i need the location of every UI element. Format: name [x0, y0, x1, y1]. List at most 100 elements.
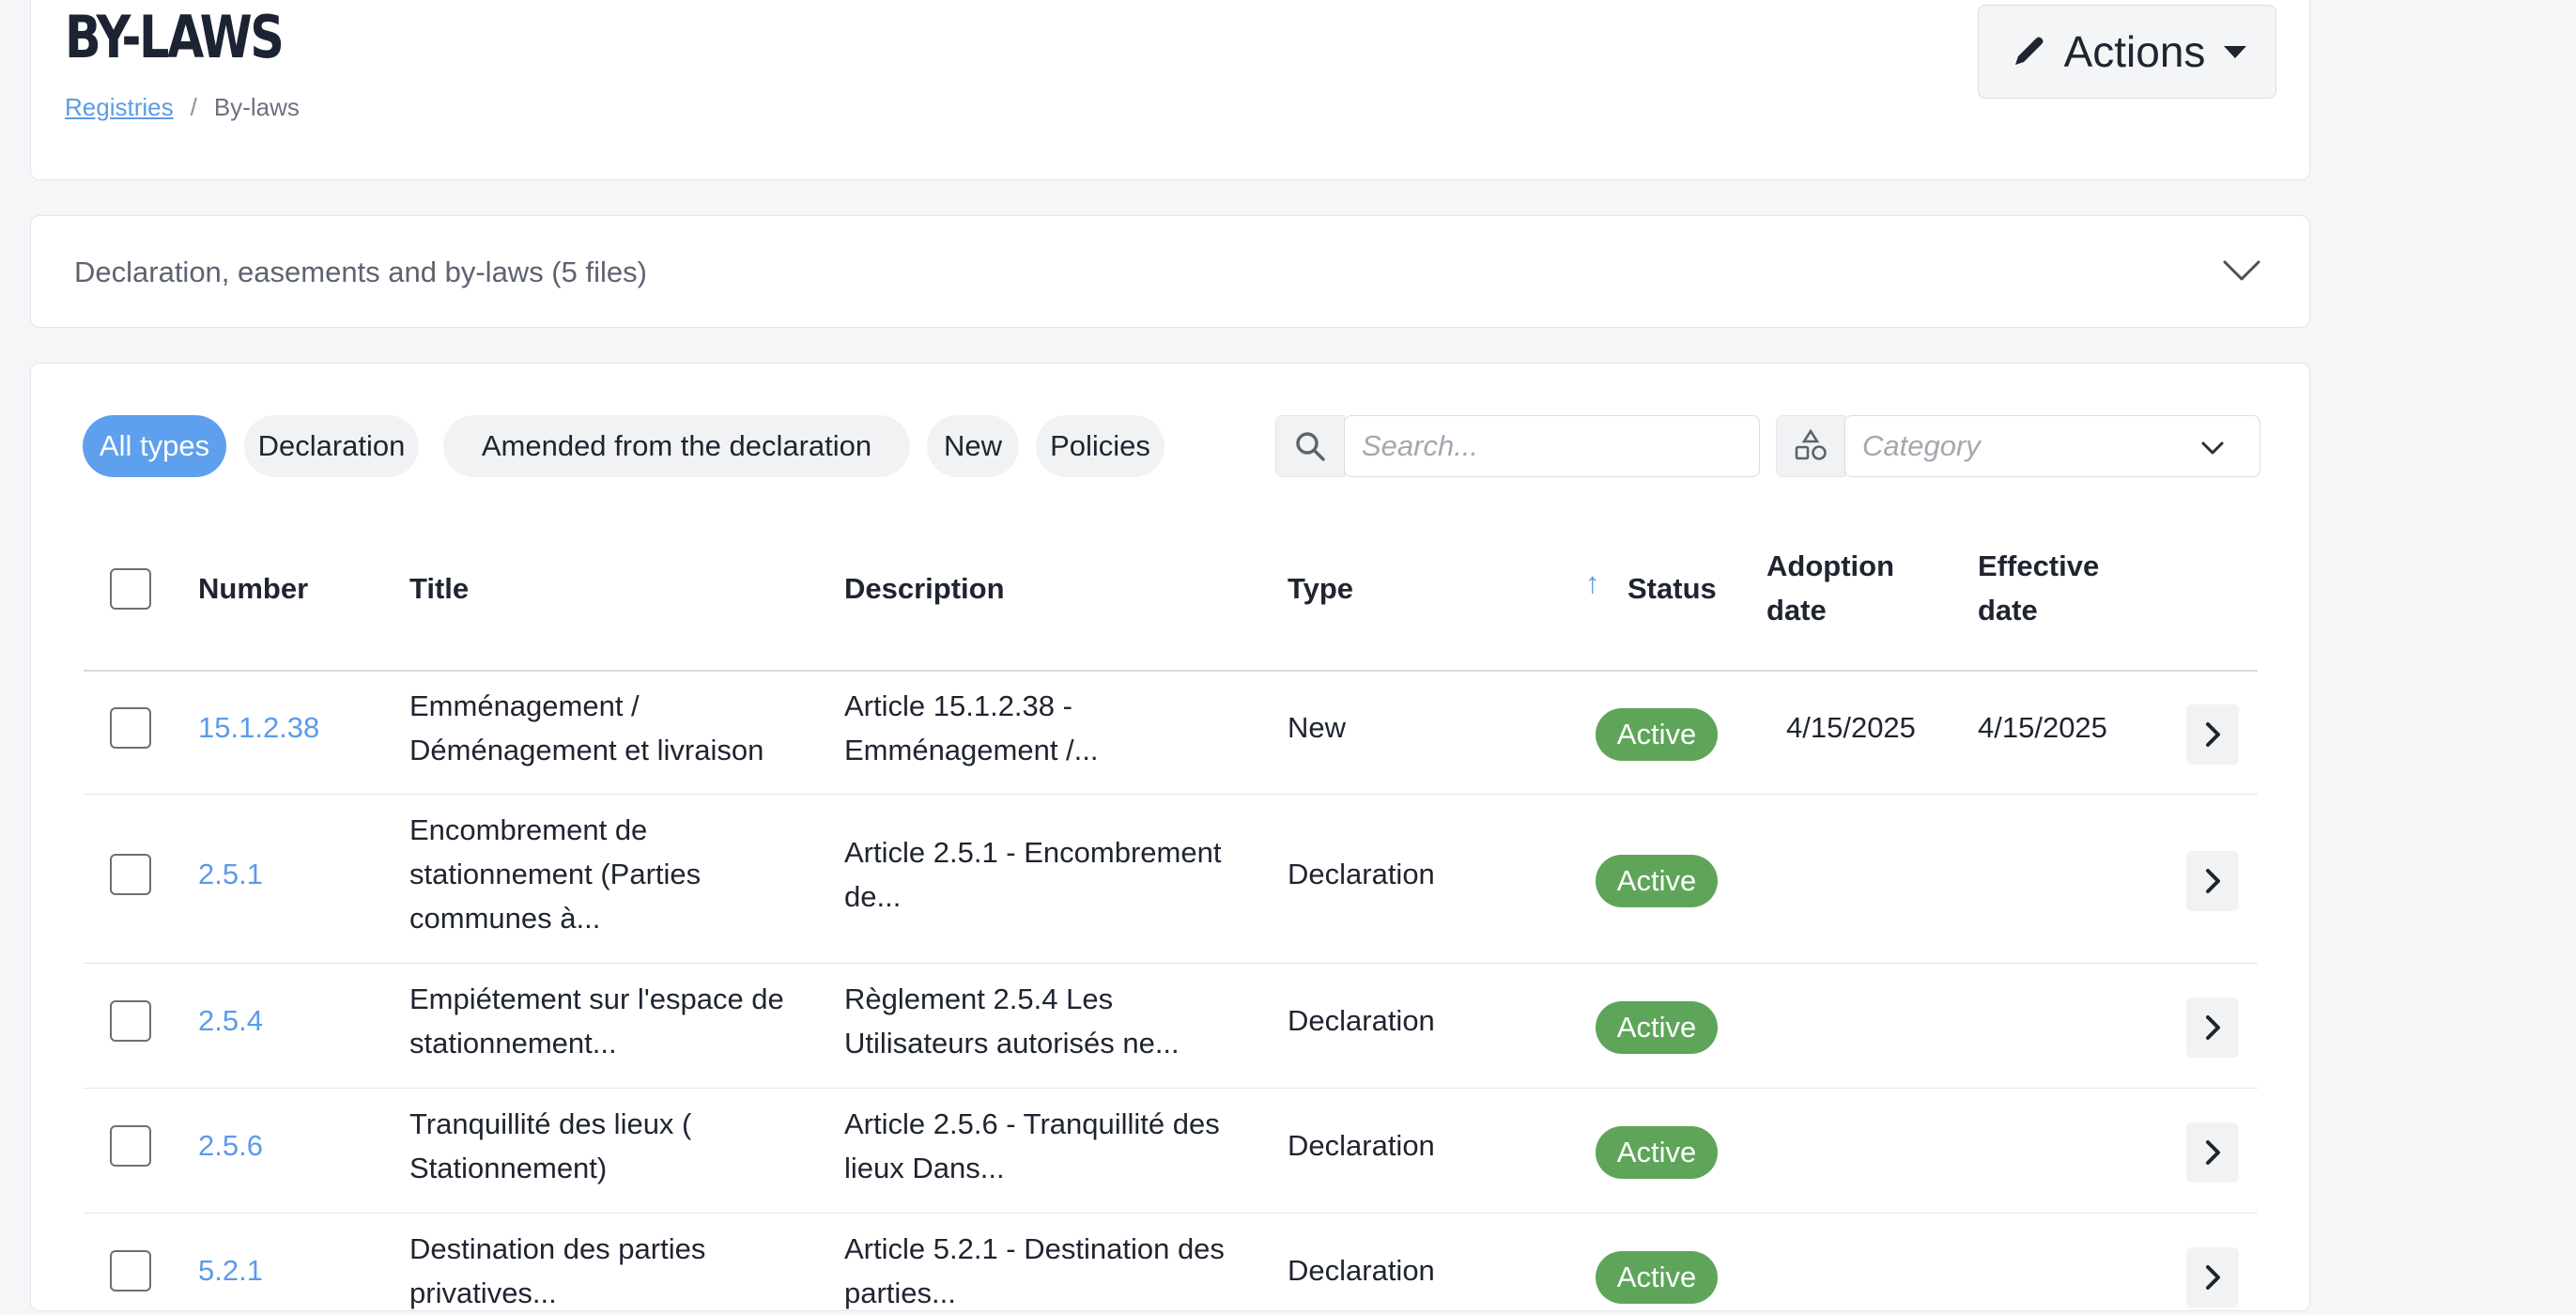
row-description-line: Règlement 2.5.4 Les: [844, 982, 1114, 1015]
row-title: Encombrement de stationnement (Parties c…: [409, 808, 701, 940]
row-number-link[interactable]: 15.1.2.38: [198, 705, 319, 750]
status-badge: Active: [1596, 708, 1718, 761]
row-title-line: stationnement...: [409, 1027, 617, 1060]
chevron-right-icon: [2206, 869, 2220, 893]
row-checkbox[interactable]: [110, 854, 151, 895]
table-header-divider: [84, 670, 2258, 672]
row-description: Article 2.5.1 - Encombrement de...: [844, 830, 1221, 919]
row-checkbox[interactable]: [110, 1125, 151, 1167]
row-title-line: Encombrement de: [409, 813, 648, 846]
actions-label: Actions: [2063, 27, 2206, 76]
bylaws-table-card: All types Declaration Amended from the d…: [30, 363, 2310, 1311]
row-description-line: Utilisateurs autorisés ne...: [844, 1027, 1180, 1060]
col-adoption-date[interactable]: Adoption date: [1766, 544, 1894, 632]
row-type: New: [1288, 711, 1347, 744]
row-description-line: Article 2.5.6 - Tranquillité des: [844, 1107, 1220, 1140]
col-status[interactable]: ↑ Status: [1585, 566, 1717, 611]
row-title-line: Tranquillité des lieux (: [409, 1107, 692, 1140]
search-icon: [1296, 432, 1325, 461]
row-title-line: Empiétement sur l'espace de: [409, 982, 784, 1015]
col-adoption-line1: Adoption: [1766, 549, 1895, 582]
row-title-line: Emménagement /: [409, 689, 640, 722]
sort-up-arrow-icon: ↑: [1585, 566, 1600, 599]
filter-new[interactable]: New: [927, 415, 1019, 477]
row-divider: [84, 963, 2258, 964]
row-checkbox[interactable]: [110, 1000, 151, 1042]
row-title: Tranquillité des lieux ( Stationnement): [409, 1102, 691, 1190]
row-type: Declaration: [1288, 1129, 1435, 1162]
row-adoption-date: 4/15/2025: [1786, 711, 1916, 744]
col-effective-date[interactable]: Effective date: [1978, 544, 2099, 632]
row-title-line: communes à...: [409, 902, 601, 935]
category-shapes-icon: [1795, 428, 1827, 460]
chevron-right-icon: [2206, 1015, 2220, 1040]
select-all-checkbox[interactable]: [110, 568, 151, 610]
row-checkbox[interactable]: [110, 707, 151, 749]
row-open-button[interactable]: [2186, 704, 2239, 765]
col-type[interactable]: Type: [1288, 566, 1353, 611]
row-description: Article 5.2.1 - Destination des parties.…: [844, 1227, 1225, 1315]
row-title: Emménagement / Déménagement et livraison: [409, 684, 764, 772]
row-title-line: stationnement (Parties: [409, 858, 702, 890]
breadcrumb-registries-link[interactable]: Registries: [65, 93, 174, 121]
row-number-link[interactable]: 5.2.1: [198, 1248, 263, 1292]
row-open-button[interactable]: [2186, 851, 2239, 911]
row-divider: [84, 1213, 2258, 1214]
chevron-right-icon: [2206, 1140, 2220, 1165]
row-number-link[interactable]: 2.5.4: [198, 998, 263, 1043]
col-effective-line1: Effective: [1978, 549, 2100, 582]
row-type: Declaration: [1288, 1004, 1435, 1037]
chevron-down-icon: [2201, 441, 2224, 455]
row-title: Empiétement sur l'espace de stationnemen…: [409, 977, 784, 1065]
col-status-label: Status: [1627, 572, 1717, 605]
row-open-button[interactable]: [2186, 998, 2239, 1058]
category-addon: [1776, 415, 1845, 477]
row-divider: [84, 1088, 2258, 1089]
row-title-line: privatives...: [409, 1276, 557, 1309]
row-description-line: Article 2.5.1 - Encombrement: [844, 836, 1222, 869]
category-select[interactable]: Category: [1844, 415, 2260, 477]
row-type: Declaration: [1288, 858, 1435, 890]
chevron-right-icon: [2206, 1265, 2220, 1290]
search-input[interactable]: Search...: [1344, 415, 1760, 477]
row-description: Article 2.5.6 - Tranquillité des lieux D…: [844, 1102, 1220, 1190]
row-description-line: de...: [844, 880, 902, 913]
actions-button[interactable]: Actions: [1978, 5, 2276, 99]
row-title-line: Déménagement et livraison: [409, 734, 764, 766]
breadcrumb-separator: /: [190, 93, 197, 121]
chevron-down-icon[interactable]: [2221, 250, 2262, 291]
filter-policies[interactable]: Policies: [1036, 415, 1165, 477]
row-description: Article 15.1.2.38 - Emménagement /...: [844, 684, 1099, 772]
row-open-button[interactable]: [2186, 1122, 2239, 1183]
documents-accordion[interactable]: Declaration, easements and by-laws (5 fi…: [30, 215, 2310, 328]
col-number[interactable]: Number: [198, 566, 308, 611]
breadcrumb: Registries / By-laws: [65, 93, 300, 122]
row-number-link[interactable]: 2.5.1: [198, 852, 263, 896]
col-description[interactable]: Description: [844, 566, 1005, 611]
breadcrumb-current: By-laws: [213, 93, 300, 121]
status-badge: Active: [1596, 1126, 1718, 1179]
row-open-button[interactable]: [2186, 1247, 2239, 1307]
page-title: BY-LAWS: [65, 3, 285, 71]
status-badge: Active: [1596, 1001, 1718, 1054]
row-effective-date: 4/15/2025: [1978, 711, 2107, 744]
row-title-line: Stationnement): [409, 1152, 608, 1184]
row-description-line: Article 15.1.2.38 -: [844, 689, 1072, 722]
filter-declaration[interactable]: Declaration: [244, 415, 419, 477]
row-description-line: parties...: [844, 1276, 956, 1309]
col-title[interactable]: Title: [409, 566, 469, 611]
row-number-link[interactable]: 2.5.6: [198, 1123, 263, 1168]
filter-amended-from-declaration[interactable]: Amended from the declaration: [443, 415, 910, 477]
caret-down-icon: [2224, 45, 2247, 58]
pencil-icon: [2014, 37, 2044, 65]
row-checkbox[interactable]: [110, 1250, 151, 1292]
header-card: BY-LAWS Registries / By-laws Actions: [30, 0, 2310, 180]
row-description-line: Article 5.2.1 - Destination des: [844, 1232, 1225, 1265]
row-description-line: lieux Dans...: [844, 1152, 1005, 1184]
filter-all-types[interactable]: All types: [83, 415, 226, 477]
row-title-line: Destination des parties: [409, 1232, 706, 1265]
row-description: Règlement 2.5.4 Les Utilisateurs autoris…: [844, 977, 1180, 1065]
row-description-line: Emménagement /...: [844, 734, 1099, 766]
row-type: Declaration: [1288, 1254, 1435, 1287]
category-placeholder: Category: [1862, 429, 1981, 462]
